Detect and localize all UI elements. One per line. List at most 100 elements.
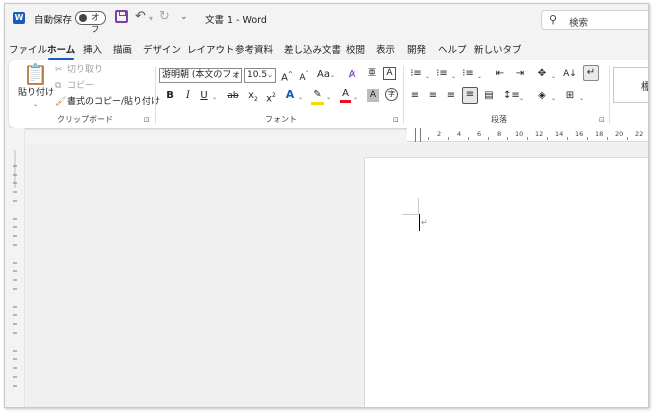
clipboard-group-label: クリップボード bbox=[57, 115, 113, 124]
show-formatting-icon[interactable]: ↵ bbox=[583, 65, 599, 81]
borders-icon[interactable]: ⊞ bbox=[563, 89, 577, 103]
clear-formatting-icon[interactable]: A̷ bbox=[345, 68, 359, 82]
ruler-tick bbox=[468, 137, 469, 140]
tab-design[interactable]: デザイン bbox=[143, 42, 181, 56]
sort-icon[interactable]: A↓ bbox=[563, 67, 577, 81]
ruler-label: 12 bbox=[535, 130, 544, 138]
multilevel-dropdown-icon[interactable]: ⌄ bbox=[477, 70, 482, 84]
save-icon[interactable] bbox=[115, 10, 128, 23]
undo-dropdown-icon[interactable]: ▾ bbox=[149, 14, 153, 23]
cut-icon[interactable]: ✂ bbox=[55, 63, 63, 77]
tab-review[interactable]: 校閲 bbox=[346, 42, 365, 56]
tab-view[interactable]: 表示 bbox=[376, 42, 395, 56]
bullets-dropdown-icon[interactable]: ⌄ bbox=[425, 70, 430, 84]
font-group-label: フォント bbox=[265, 115, 297, 124]
group-divider bbox=[609, 66, 610, 124]
tab-insert[interactable]: 挿入 bbox=[83, 42, 102, 56]
shading-dropdown-icon[interactable]: ⌄ bbox=[551, 92, 556, 106]
italic-button[interactable]: I bbox=[183, 89, 193, 103]
chevron-down-icon: ⌄ bbox=[267, 71, 273, 79]
indent-marker-icon[interactable] bbox=[415, 128, 421, 142]
borders-dropdown-icon[interactable]: ⌄ bbox=[579, 92, 584, 106]
ruler-label: 10 bbox=[515, 130, 524, 138]
chevron-down-icon: ⌄ bbox=[233, 71, 239, 79]
tab-new[interactable]: 新しいタブ bbox=[474, 42, 522, 56]
bullets-icon[interactable]: ⁝≡ bbox=[409, 67, 423, 81]
document-canvas: ↵ bbox=[26, 143, 648, 407]
tab-references[interactable]: 参考資料 bbox=[235, 42, 273, 56]
tab-file[interactable]: ファイル bbox=[9, 42, 47, 56]
font-size-select[interactable]: 10.5 ⌄ bbox=[244, 68, 276, 83]
tab-mailings[interactable]: 差し込み文書 bbox=[284, 42, 341, 56]
ruler-tick bbox=[527, 137, 528, 140]
autosave-toggle[interactable]: オフ bbox=[75, 11, 106, 35]
highlight-color-icon[interactable]: ✎ bbox=[311, 88, 324, 105]
character-border-icon[interactable]: A bbox=[383, 67, 396, 80]
enclosed-character-icon[interactable]: 字 bbox=[385, 88, 398, 101]
align-center-icon[interactable]: ≡ bbox=[427, 89, 439, 103]
multilevel-list-icon[interactable]: ⁝≡ bbox=[461, 67, 475, 81]
tab-help[interactable]: ヘルプ bbox=[438, 42, 467, 56]
character-shading-icon[interactable]: A bbox=[367, 89, 379, 102]
paste-icon[interactable]: 📋 bbox=[23, 63, 48, 85]
ruler-label: 4 bbox=[457, 130, 462, 138]
tab-draw[interactable]: 描画 bbox=[113, 42, 132, 56]
distributed-icon[interactable]: ▤ bbox=[483, 89, 495, 103]
undo-icon[interactable]: ↶ bbox=[135, 9, 146, 24]
ruler-tick bbox=[547, 137, 548, 140]
tab-home[interactable]: ホーム bbox=[47, 42, 75, 60]
style-gallery-item[interactable]: 標 bbox=[613, 67, 648, 103]
underline-dropdown-icon[interactable]: ⌄ bbox=[212, 91, 217, 105]
increase-indent-icon[interactable]: ⇥ bbox=[513, 67, 527, 81]
align-left-icon[interactable]: ≡ bbox=[409, 89, 421, 103]
subscript-button[interactable]: x2 bbox=[247, 89, 259, 107]
customize-toolbar-icon[interactable]: ⌄ bbox=[180, 12, 188, 22]
document-page[interactable]: ↵ bbox=[364, 157, 648, 407]
line-spacing-dropdown-icon[interactable]: ⌄ bbox=[519, 92, 524, 106]
font-launcher-icon[interactable]: ⊡ bbox=[393, 116, 399, 124]
ruler-tick bbox=[448, 137, 449, 140]
copy-button[interactable]: コピー bbox=[67, 79, 94, 93]
tab-layout[interactable]: レイアウト bbox=[187, 42, 235, 56]
change-case-icon[interactable]: Aa⌄ bbox=[316, 68, 336, 83]
ruler-label: 22 bbox=[635, 130, 644, 138]
paste-dropdown-icon[interactable]: ⌄ bbox=[33, 98, 38, 112]
font-name-select[interactable]: 游明朝 (本文のフォン ⌄ bbox=[159, 68, 242, 83]
cut-button[interactable]: 切り取り bbox=[67, 63, 103, 77]
align-right-icon[interactable]: ≡ bbox=[445, 89, 457, 103]
tab-developer[interactable]: 開発 bbox=[407, 42, 426, 56]
line-spacing-icon[interactable]: ↕≡ bbox=[503, 89, 520, 103]
shrink-font-icon[interactable]: Aˇ bbox=[298, 68, 310, 85]
paragraph-launcher-icon[interactable]: ⊡ bbox=[599, 116, 605, 124]
format-painter-icon[interactable]: 🖌 bbox=[55, 95, 66, 109]
text-direction-icon[interactable]: ✥ bbox=[535, 67, 549, 81]
underline-button[interactable]: U bbox=[199, 89, 209, 103]
highlight-dropdown-icon[interactable]: ⌄ bbox=[326, 91, 331, 105]
strikethrough-button[interactable]: ab bbox=[226, 89, 240, 103]
text-effects-dropdown-icon[interactable]: ⌄ bbox=[298, 91, 303, 105]
shading-icon[interactable]: ◈ bbox=[535, 89, 549, 103]
copy-icon[interactable]: ⧉ bbox=[55, 79, 61, 93]
paragraph-mark-icon: ↵ bbox=[421, 218, 428, 227]
font-color-icon[interactable]: A bbox=[340, 87, 351, 103]
numbering-icon[interactable]: ⁝≡ bbox=[435, 67, 449, 81]
paragraph-group-label: 段落 bbox=[491, 115, 507, 124]
redo-icon[interactable]: ↻ bbox=[159, 9, 170, 24]
decrease-indent-icon[interactable]: ⇤ bbox=[493, 67, 507, 81]
text-effects-icon[interactable]: A bbox=[283, 88, 297, 102]
search-input[interactable]: ⚲ 検索 bbox=[541, 10, 648, 30]
superscript-button[interactable]: x2 bbox=[265, 89, 277, 106]
phonetic-guide-icon[interactable]: 亜 bbox=[366, 66, 378, 80]
title-bar: W 自動保存 オフ ↶ ▾ ↻ ⌄ 文書 1 - Word ⚲ 検索 bbox=[5, 4, 648, 35]
search-placeholder: 検索 bbox=[569, 18, 589, 29]
font-color-dropdown-icon[interactable]: ⌄ bbox=[353, 91, 358, 105]
text-direction-dropdown-icon[interactable]: ⌄ bbox=[551, 70, 556, 84]
margin-crop-mark bbox=[402, 214, 418, 215]
ruler-label: 18 bbox=[595, 130, 604, 138]
numbering-dropdown-icon[interactable]: ⌄ bbox=[451, 70, 456, 84]
clipboard-launcher-icon[interactable]: ⊡ bbox=[144, 116, 150, 124]
bold-button[interactable]: B bbox=[165, 89, 175, 103]
justify-icon[interactable]: ≡ bbox=[462, 87, 478, 104]
grow-font-icon[interactable]: A^ bbox=[281, 68, 293, 85]
format-painter-button[interactable]: 書式のコピー/貼り付け bbox=[67, 95, 160, 109]
